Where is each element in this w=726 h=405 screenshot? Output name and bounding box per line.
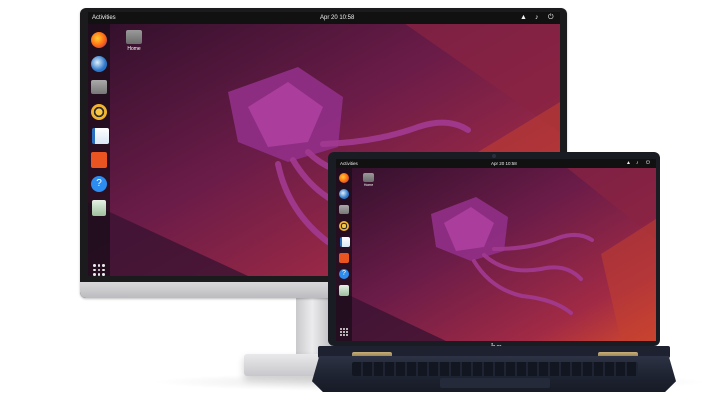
rhythmbox-icon[interactable] (339, 221, 349, 231)
keyboard (352, 362, 638, 376)
show-apps-icon[interactable] (93, 264, 105, 276)
clock[interactable]: Apr 20 10:58 (491, 159, 517, 168)
firefox-icon[interactable] (339, 173, 349, 183)
network-icon[interactable]: ▲ (626, 159, 631, 168)
home-folder-label: Home (363, 183, 374, 187)
home-folder-icon[interactable] (363, 173, 374, 182)
writer-icon[interactable] (340, 237, 350, 247)
activities-button[interactable]: Activities (92, 12, 116, 24)
writer-icon[interactable] (92, 128, 109, 144)
files-icon[interactable] (339, 205, 349, 214)
software-icon[interactable] (339, 253, 349, 263)
touchpad (440, 378, 550, 388)
trash-icon[interactable] (92, 200, 106, 216)
home-folder-label: Home (127, 46, 141, 52)
network-icon[interactable]: ▲ (520, 12, 527, 24)
jellyfish-wallpaper (336, 159, 656, 341)
software-icon[interactable] (91, 152, 107, 168)
show-apps-icon[interactable] (340, 328, 348, 336)
files-icon[interactable] (91, 80, 107, 94)
trash-icon[interactable] (339, 285, 349, 296)
volume-icon[interactable]: ♪ (535, 12, 539, 24)
rhythmbox-icon[interactable] (91, 104, 107, 120)
firefox-icon[interactable] (91, 32, 107, 48)
power-icon[interactable]: ⏻ (646, 159, 650, 168)
activities-button[interactable]: Activities (340, 159, 358, 168)
help-icon[interactable]: ? (339, 269, 349, 279)
power-icon[interactable]: ⏻ (548, 12, 554, 24)
dock: ? (336, 168, 352, 341)
volume-icon[interactable]: ♪ (636, 159, 639, 168)
webcam (492, 154, 496, 158)
thunderbird-icon[interactable] (339, 189, 349, 199)
laptop-screen: Activities Apr 20 10:58 ▲ ♪ ⏻ ? Home (336, 159, 656, 341)
help-icon[interactable]: ? (91, 176, 107, 192)
top-bar: Activities Apr 20 10:58 ▲ ♪ ⏻ (336, 159, 656, 168)
top-bar: Activities Apr 20 10:58 ▲ ♪ ⏻ (88, 12, 560, 24)
thunderbird-icon[interactable] (91, 56, 107, 72)
home-folder-icon[interactable] (126, 30, 142, 44)
clock[interactable]: Apr 20 10:58 (320, 12, 354, 24)
dock: ? (88, 24, 110, 276)
